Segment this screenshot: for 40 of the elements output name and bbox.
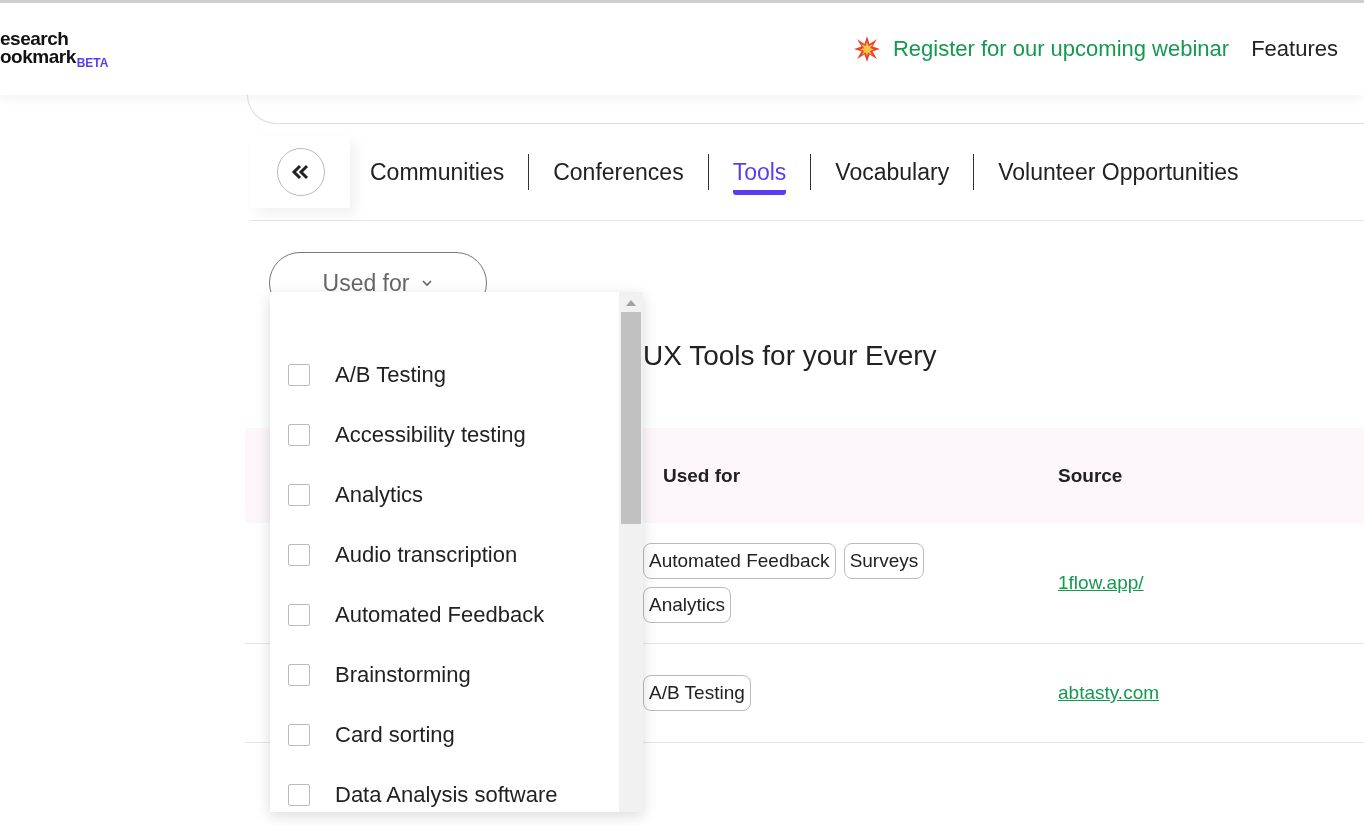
source-link[interactable]: abtasty.com xyxy=(1058,682,1160,703)
webinar-link[interactable]: Register for our upcoming webinar xyxy=(892,36,1230,62)
scrollbar[interactable] xyxy=(619,292,643,812)
filter-option[interactable]: Audio transcription xyxy=(270,525,619,585)
column-header: Source xyxy=(1058,464,1123,486)
chevron-down-icon xyxy=(421,279,434,287)
checkbox[interactable] xyxy=(288,424,310,446)
checkbox[interactable] xyxy=(288,604,310,626)
filter-option[interactable]: A/B Testing xyxy=(270,345,619,405)
checkbox[interactable] xyxy=(288,664,310,686)
category-tab[interactable]: Vocabulary xyxy=(835,155,950,195)
scrollbar-thumb[interactable] xyxy=(621,312,641,524)
double-chevron-left-icon xyxy=(291,164,311,180)
collapse-button[interactable] xyxy=(277,148,325,196)
checkbox[interactable] xyxy=(288,544,310,566)
column-header: Used for xyxy=(663,464,741,486)
category-tab[interactable]: Communities xyxy=(370,155,505,195)
filter-option[interactable]: Analytics xyxy=(270,465,619,525)
checkbox[interactable] xyxy=(288,364,310,386)
beta-label: BETA xyxy=(76,56,109,70)
scroll-up-icon[interactable] xyxy=(626,300,636,306)
tag-chip: Surveys xyxy=(843,543,925,579)
source-link[interactable]: 1flow.app/ xyxy=(1058,572,1144,593)
tag-chip: Analytics xyxy=(643,587,732,623)
filter-option[interactable]: Data Analysis software xyxy=(270,765,619,825)
category-tab[interactable]: Tools xyxy=(732,155,787,195)
nav-link[interactable]: Features xyxy=(1251,36,1338,62)
checkbox[interactable] xyxy=(288,724,310,746)
filter-option[interactable]: Card sorting xyxy=(270,705,619,765)
page-title: UX Tools for your Every xyxy=(643,340,938,373)
logo-wordmark[interactable]: esearch ookmark xyxy=(0,30,76,66)
category-tab[interactable]: Conferences xyxy=(553,155,684,195)
filter-option[interactable]: Brainstorming xyxy=(270,645,619,705)
tag-chip: Automated Feedback xyxy=(643,543,836,579)
category-tab[interactable]: Volunteer Opportunities xyxy=(998,155,1239,195)
tag-chip: A/B Testing xyxy=(643,675,751,711)
checkbox[interactable] xyxy=(288,784,310,806)
checkbox[interactable] xyxy=(288,484,310,506)
filter-option[interactable]: Accessibility testing xyxy=(270,405,619,465)
filter-option[interactable]: Automated Feedback xyxy=(270,585,619,645)
